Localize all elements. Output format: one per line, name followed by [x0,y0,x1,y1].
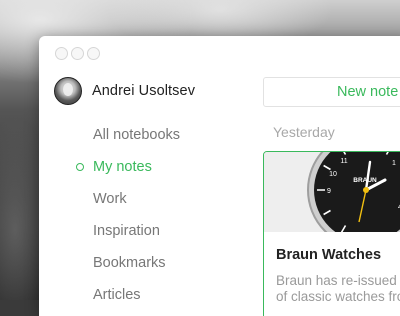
close-window-button[interactable] [55,47,68,60]
sidebar-item-articles[interactable]: Articles [69,279,239,311]
note-excerpt: Braun has re-issued of classic watches f… [276,273,400,305]
sidebar-item-my-notes[interactable]: My notes [69,151,239,183]
sidebar-item-bookmarks[interactable]: Bookmarks [69,247,239,279]
svg-text:10: 10 [329,171,337,178]
sidebar-item-all-notebooks[interactable]: All notebooks [69,119,239,151]
new-note-button[interactable]: New note [263,77,400,107]
zoom-window-button[interactable] [87,47,100,60]
avatar[interactable] [54,77,82,105]
note-excerpt-line: Braun has re-issued [276,273,397,288]
note-title: Braun Watches [276,247,382,263]
note-card[interactable]: 1 2 3 4 9 10 11 BRAUN Braun Watches Brau… [263,151,400,316]
note-excerpt-line: of classic watches from [276,289,400,304]
app-window: Andrei Usoltsev All notebooks My notes W… [39,36,400,316]
sidebar-item-label: Work [93,191,127,207]
braun-watch-image: 1 2 3 4 9 10 11 BRAUN [264,152,400,232]
sidebar-item-label: Articles [93,287,141,303]
sidebar-item-label: Inspiration [93,223,160,239]
watch-brand: BRAUN [353,177,377,184]
user-name: Andrei Usoltsev [92,83,196,99]
minimize-window-button[interactable] [71,47,84,60]
window-controls [55,47,100,60]
user-profile[interactable]: Andrei Usoltsev [54,77,195,105]
sidebar-item-label: Bookmarks [93,255,166,271]
sidebar-nav: All notebooks My notes Work Inspiration … [69,119,239,311]
svg-text:11: 11 [340,158,347,165]
sidebar-item-inspiration[interactable]: Inspiration [69,215,239,247]
sidebar-item-work[interactable]: Work [69,183,239,215]
svg-text:1: 1 [392,160,396,167]
active-dot-icon [76,163,84,171]
note-group-label: Yesterday [273,124,335,140]
svg-text:9: 9 [327,188,331,195]
sidebar-item-label: All notebooks [93,127,181,143]
sidebar-item-label: My notes [93,159,152,175]
